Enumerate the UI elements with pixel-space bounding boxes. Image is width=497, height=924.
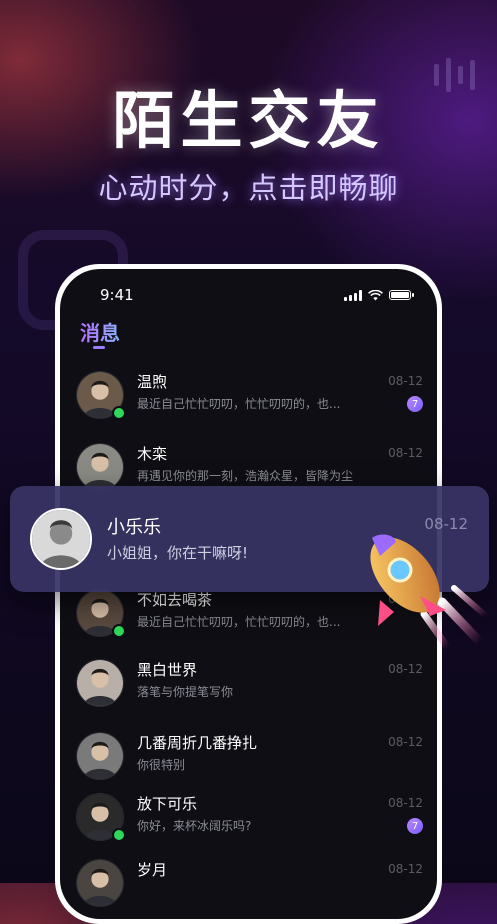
message-date: 08-12 <box>388 374 423 388</box>
online-indicator <box>112 828 126 842</box>
message-date: 08-12 <box>388 735 423 749</box>
conversation-row[interactable]: 放下可乐你好，来杯冰阔乐吗? 08-12 7 <box>76 787 423 847</box>
rocket-icon <box>370 534 489 650</box>
headline: 陌生交友 <box>112 84 385 157</box>
message-preview: 你好，来杯冰阔乐吗? <box>137 819 252 833</box>
battery-icon <box>389 290 414 300</box>
unread-badge: 7 <box>407 818 423 834</box>
avatar[interactable] <box>76 659 124 707</box>
avatar[interactable] <box>76 859 124 907</box>
online-indicator <box>112 406 126 420</box>
message-preview: 你很特别 <box>137 758 186 772</box>
message-preview: 最近自己忙忙叨叨，忙忙叨叨的，也... <box>137 397 341 411</box>
conversation-row[interactable]: 温煦最近自己忙忙叨叨，忙忙叨叨的，也... 08-12 7 <box>76 365 423 425</box>
popup-name: 小乐乐 <box>107 517 161 538</box>
status-time: 9:41 <box>100 286 134 304</box>
message-preview: 最近自己忙忙叨叨，忙忙叨叨的，也... <box>137 615 341 629</box>
status-bar: 9:41 <box>100 285 414 305</box>
contact-name: 温煦 <box>137 373 168 391</box>
subheadline: 心动时分，点击即畅聊 <box>98 171 399 205</box>
message-preview: 落笔与你提笔写你 <box>137 685 234 699</box>
contact-name: 岁月 <box>137 861 168 879</box>
contact-name: 黑白世界 <box>137 661 198 679</box>
conversation-row[interactable]: 黑白世界落笔与你提笔写你 08-12 <box>76 653 423 713</box>
messages-tab-title[interactable]: 消息 <box>80 317 120 346</box>
conversation-row[interactable]: 几番周折几番挣扎你很特别 08-12 <box>76 726 423 786</box>
avatar[interactable] <box>76 732 124 780</box>
signal-icon <box>344 289 362 301</box>
message-date: 08-12 <box>388 796 423 810</box>
contact-name: 放下可乐 <box>137 795 198 813</box>
message-date: 08-12 <box>388 662 423 676</box>
unread-badge: 7 <box>407 396 423 412</box>
contact-name: 几番周折几番挣扎 <box>137 734 258 752</box>
popup-avatar <box>30 508 92 570</box>
conversation-row[interactable]: 岁月 08-12 <box>76 853 423 913</box>
message-date: 08-12 <box>388 446 423 460</box>
popup-message: 小姐姐，你在干嘛呀! <box>107 544 249 562</box>
wifi-icon <box>368 289 383 300</box>
avatar[interactable] <box>76 443 124 491</box>
contact-name: 木栾 <box>137 445 168 463</box>
online-indicator <box>112 624 126 638</box>
contact-name: 不如去喝茶 <box>137 591 213 609</box>
message-date: 08-12 <box>388 862 423 876</box>
tab-underline <box>93 346 105 349</box>
message-preview: 再遇见你的那一刻，浩瀚众星，皆降为尘 <box>137 469 354 483</box>
